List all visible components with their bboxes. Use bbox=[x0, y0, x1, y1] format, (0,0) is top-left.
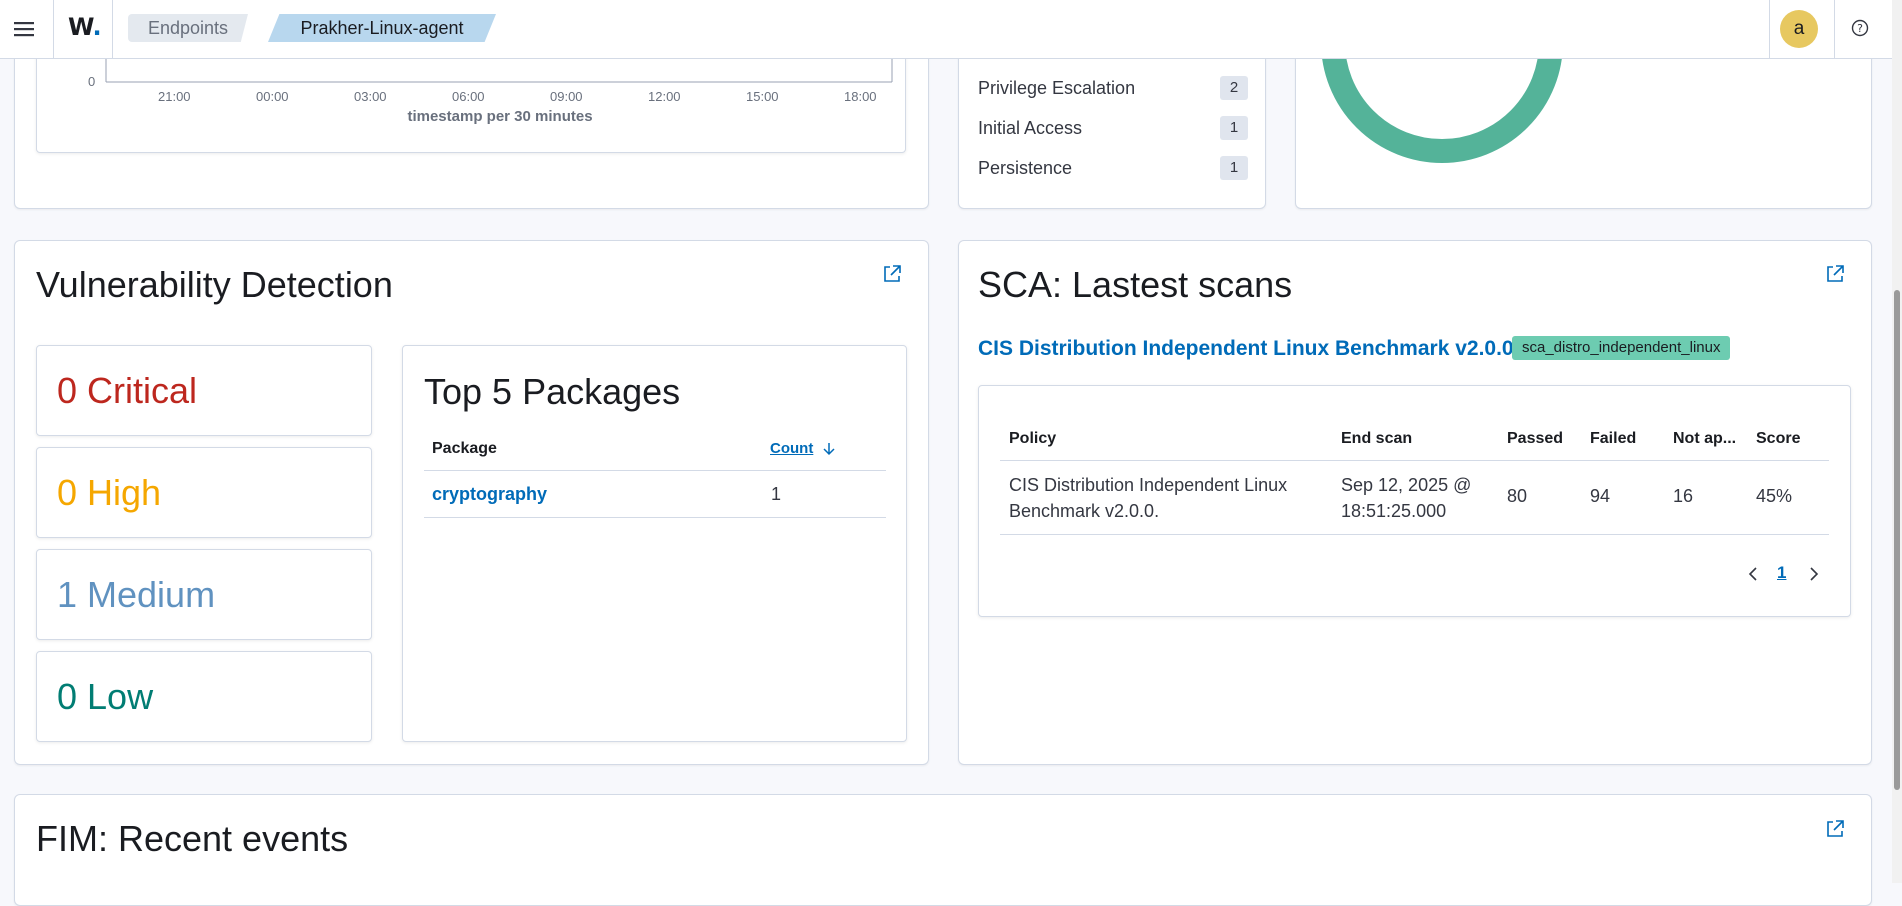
scan-end-cell: Sep 12, 2025 @ 18:51:25.000 bbox=[1341, 475, 1472, 521]
tactic-label: Privilege Escalation bbox=[978, 78, 1136, 98]
scan-score-cell: 45% bbox=[1756, 486, 1793, 506]
external-link-icon[interactable] bbox=[882, 264, 902, 284]
severity-critical-card[interactable]: 0 Critical bbox=[36, 345, 372, 436]
fim-title: FIM: Recent events bbox=[36, 818, 349, 859]
divider bbox=[1834, 0, 1835, 58]
tactic-count-badge: 1 bbox=[1220, 116, 1248, 140]
critical-count: 0 Critical bbox=[57, 370, 198, 411]
count-column-sort-button[interactable]: Count bbox=[770, 440, 813, 457]
external-link-icon[interactable] bbox=[1825, 819, 1845, 839]
vulnerability-title: Vulnerability Detection bbox=[36, 264, 393, 305]
policy-id-badge: sca_distro_independent_linux bbox=[1512, 336, 1731, 360]
x-axis-tick-label: 00:00 bbox=[256, 89, 289, 104]
chevron-right-icon[interactable] bbox=[1807, 566, 1821, 582]
not-applicable-column-header[interactable]: Not ap... bbox=[1673, 430, 1736, 448]
scan-failed-cell: 94 bbox=[1590, 486, 1611, 506]
x-axis-tick-label: 09:00 bbox=[550, 89, 583, 104]
divider bbox=[424, 470, 886, 471]
scan-policy-cell: CIS Distribution Independent Linux Bench… bbox=[1009, 475, 1288, 521]
top-packages-title: Top 5 Packages bbox=[424, 371, 681, 412]
policy-column-header[interactable]: Policy bbox=[1009, 430, 1056, 448]
x-axis-tick-label: 18:00 bbox=[844, 89, 877, 104]
scan-passed-cell: 80 bbox=[1507, 486, 1528, 506]
tactic-row[interactable]: Persistence 1 bbox=[978, 156, 1248, 180]
y-axis-zero-label: 0 bbox=[88, 74, 96, 89]
divider bbox=[53, 0, 54, 58]
tactic-count-badge: 2 bbox=[1220, 76, 1248, 100]
divider bbox=[1769, 0, 1770, 58]
scan-not-applicable-cell: 16 bbox=[1673, 486, 1694, 506]
arrow-down-icon bbox=[823, 443, 835, 456]
tactic-row[interactable]: Initial Access 1 bbox=[978, 116, 1248, 140]
low-count: 0 Low bbox=[57, 676, 154, 717]
sca-policy-link[interactable]: CIS Distribution Independent Linux Bench… bbox=[978, 337, 1519, 361]
package-count: 1 bbox=[771, 484, 782, 504]
sca-title: SCA: Lastest scans bbox=[978, 264, 1293, 305]
severity-low-card[interactable]: 0 Low bbox=[36, 651, 372, 742]
breadcrumb-endpoints[interactable]: Endpoints bbox=[128, 14, 248, 42]
divider bbox=[424, 517, 886, 518]
external-link-icon[interactable] bbox=[1825, 264, 1845, 284]
divider bbox=[112, 0, 113, 58]
breadcrumb-agent[interactable]: Prakher-Linux-agent bbox=[268, 14, 496, 42]
failed-column-header[interactable]: Failed bbox=[1590, 430, 1636, 448]
tactic-count-badge: 1 bbox=[1220, 156, 1248, 180]
severity-medium-card[interactable]: 1 Medium bbox=[36, 549, 372, 640]
end-scan-column-header[interactable]: End scan bbox=[1341, 430, 1412, 448]
score-column-header[interactable]: Score bbox=[1756, 430, 1800, 448]
svg-text:?: ? bbox=[1857, 22, 1863, 35]
tactic-label: Persistence bbox=[978, 158, 1073, 178]
pagination-page-1[interactable]: 1 bbox=[1777, 563, 1786, 583]
x-axis-tick-label: 12:00 bbox=[648, 89, 681, 104]
high-count: 0 High bbox=[57, 472, 162, 513]
passed-column-header[interactable]: Passed bbox=[1507, 430, 1563, 448]
x-axis-tick-label: 21:00 bbox=[158, 89, 191, 104]
package-link[interactable]: cryptography bbox=[432, 484, 547, 505]
x-axis-tick-label: 03:00 bbox=[354, 89, 387, 104]
severity-high-card[interactable]: 0 High bbox=[36, 447, 372, 538]
app-logo[interactable]: W. bbox=[68, 13, 102, 41]
divider bbox=[1000, 534, 1829, 535]
x-axis-tick-label: 06:00 bbox=[452, 89, 485, 104]
menu-icon[interactable] bbox=[12, 17, 36, 41]
package-column-header: Package bbox=[432, 440, 497, 457]
help-icon[interactable]: ? bbox=[1851, 19, 1869, 37]
tactic-row[interactable]: Privilege Escalation 2 bbox=[978, 76, 1248, 100]
user-avatar[interactable]: a bbox=[1780, 10, 1818, 48]
tactic-label: Initial Access bbox=[978, 118, 1083, 138]
scrollbar-thumb[interactable] bbox=[1894, 290, 1900, 790]
x-axis-label: timestamp per 30 minutes bbox=[407, 108, 593, 125]
top-bar: W. Endpoints Prakher-Linux-agent a ? bbox=[0, 0, 1892, 59]
medium-count: 1 Medium bbox=[57, 574, 216, 615]
chevron-left-icon[interactable] bbox=[1746, 566, 1760, 582]
divider bbox=[1000, 460, 1829, 461]
x-axis-tick-label: 15:00 bbox=[746, 89, 779, 104]
